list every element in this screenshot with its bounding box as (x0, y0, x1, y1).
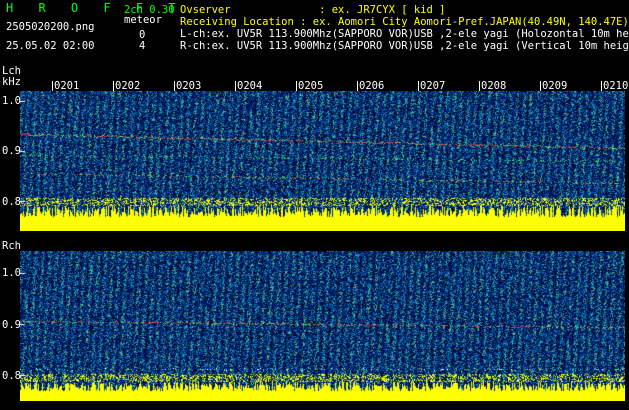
time-tick-mark (479, 81, 480, 91)
time-tick-mark (296, 81, 297, 91)
rch-freq-tick-0.9: 0.9 (2, 319, 21, 331)
rch-label: Rch (2, 240, 21, 252)
meteor-label: meteor (124, 14, 162, 26)
observer-line: Ovserver : ex. JR7CYX [ kid ] (180, 4, 446, 16)
rch-meteor-count: 4 (139, 40, 146, 52)
time-tick-mark (52, 81, 53, 91)
rch-freq-tick-0.8: 0.8 (2, 370, 21, 382)
timestamp-label: 25.05.02 02:00 (6, 40, 95, 52)
lch-freq-tick-0.8: 0.8 (2, 196, 21, 208)
lch-unit-label: kHz (2, 76, 21, 88)
rch-freq-tick-1.0: 1.0 (2, 267, 21, 279)
time-tick-mark (113, 81, 114, 91)
lch-spectrogram (20, 91, 625, 231)
lch-freq-tick-0.9: 0.9 (2, 145, 21, 157)
time-tick-mark (174, 81, 175, 91)
time-tick-mark (601, 81, 602, 91)
location-line: Receiving Location : ex. Aomori City Aom… (180, 16, 629, 28)
lch-freq-tick-1.0: 1.0 (2, 95, 21, 107)
time-tick-mark (540, 81, 541, 91)
time-tick-mark (357, 81, 358, 91)
rch-spectrogram (20, 251, 625, 401)
filename-label: 2505020200.png (6, 21, 95, 33)
time-tick-mark (418, 81, 419, 91)
time-tick-mark (235, 81, 236, 91)
rch-info-line: R-ch:ex. UV5R 113.900Mhz(SAPPORO VOR)USB… (180, 40, 629, 52)
lch-info-line: L-ch:ex. UV5R 113.900Mhz(SAPPORO VOR)USB… (180, 28, 629, 40)
